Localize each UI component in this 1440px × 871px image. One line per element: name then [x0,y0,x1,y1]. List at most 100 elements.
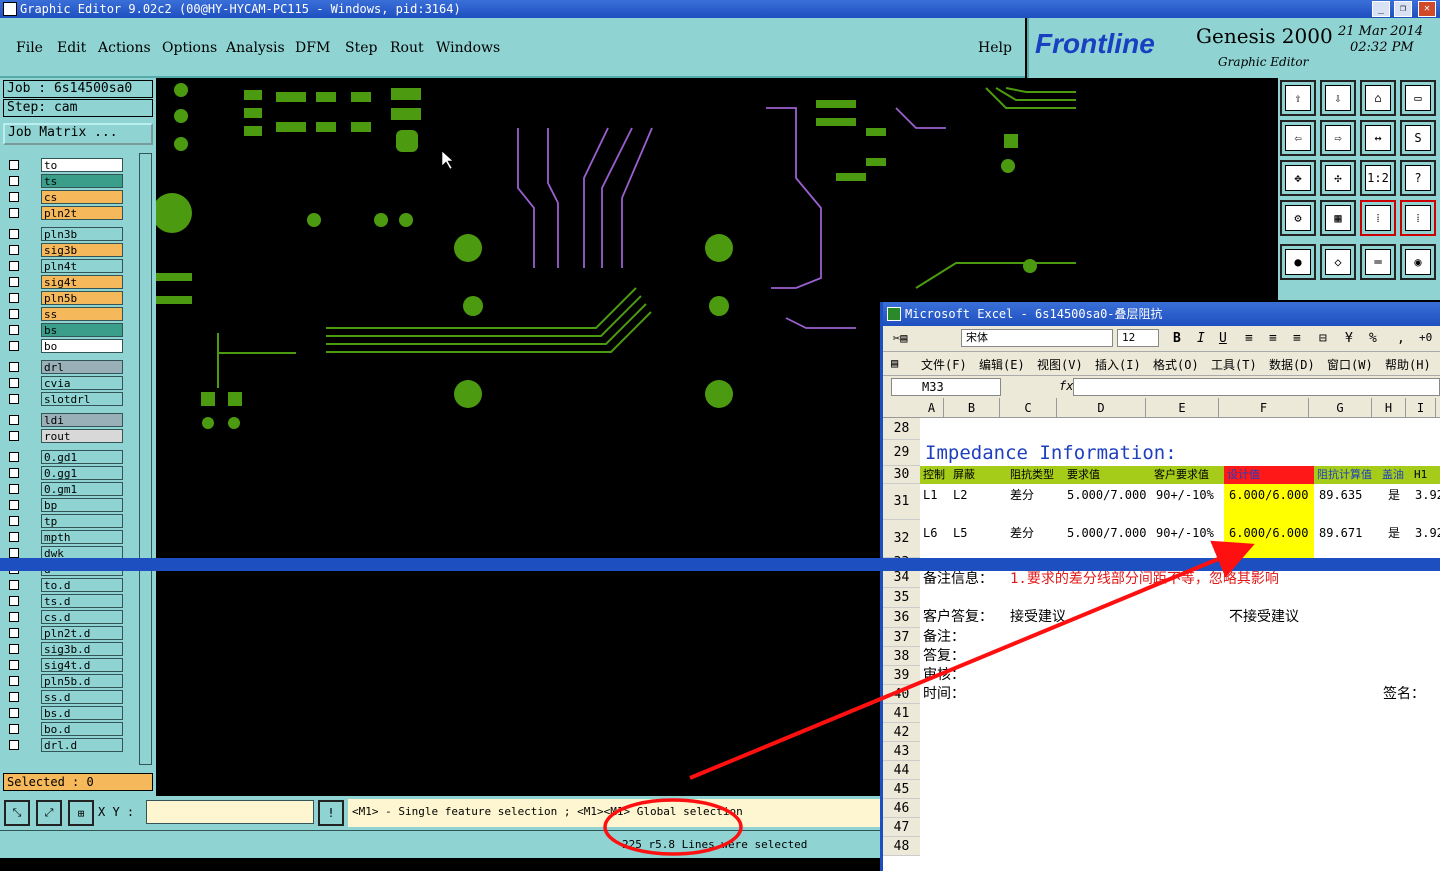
left-icon[interactable]: ⇦ [1280,120,1316,156]
layer-row[interactable]: bs.d [3,706,139,720]
layer-checkbox[interactable] [9,548,19,558]
row-header[interactable]: 48 [883,837,920,856]
pad-icon[interactable]: ● [1280,244,1316,280]
layer-row[interactable]: bo.d [3,722,139,736]
row-header[interactable]: 39 [883,666,920,685]
window-icon[interactable]: ▭ [1400,80,1436,116]
minimize-button[interactable]: _ [1372,1,1390,17]
layer-checkbox[interactable] [9,628,19,638]
layer-scrollbar[interactable] [139,153,152,765]
layer-checkbox[interactable] [9,341,19,351]
menu-analysis[interactable]: Analysis [226,40,285,56]
layer-row[interactable]: cs.d [3,610,139,624]
column-header[interactable]: C [1000,398,1057,418]
layer-row[interactable]: ss [3,307,139,321]
layer-checkbox[interactable] [9,325,19,335]
layer-row[interactable]: sig3b.d [3,642,139,656]
layer-checkbox[interactable] [9,516,19,526]
job-matrix-button[interactable]: Job Matrix ... [3,123,153,145]
layer-checkbox[interactable] [9,245,19,255]
percent-icon[interactable]: % [1369,331,1377,346]
layer-row[interactable]: ss.d [3,690,139,704]
layer-row[interactable]: bp [3,498,139,512]
decimal-icon[interactable]: +0 [1419,331,1432,344]
row-header[interactable]: 42 [883,723,920,742]
excel-menu-window[interactable]: 窗口(W) [1327,356,1373,373]
excel-menu-help[interactable]: 帮助(H) [1385,356,1431,373]
align-right-icon[interactable]: ≡ [1293,331,1301,346]
menu-edit[interactable]: Edit [57,40,86,56]
excel-menu-insert[interactable]: 插入(I) [1095,356,1141,373]
layer-checkbox[interactable] [9,692,19,702]
layer-checkbox[interactable] [9,229,19,239]
help-icon[interactable]: ? [1400,160,1436,196]
layer-checkbox[interactable] [9,277,19,287]
layer-row[interactable]: bo [3,339,139,353]
layer-checkbox[interactable] [9,532,19,542]
row-header[interactable]: 30 [883,466,920,484]
layer-row[interactable]: cs [3,190,139,204]
layer-checkbox[interactable] [9,580,19,590]
layer-toggle2-icon[interactable]: ⁞ [1400,200,1436,236]
row-header[interactable]: 32 [883,520,920,558]
layer-checkbox[interactable] [9,452,19,462]
layer-checkbox[interactable] [9,176,19,186]
right-icon[interactable]: ⇨ [1320,120,1356,156]
bold-button[interactable]: B [1173,331,1181,346]
menu-file[interactable]: File [16,40,43,56]
font-select[interactable]: 宋体 [961,329,1113,347]
column-header[interactable]: G [1309,398,1372,418]
snake-icon[interactable]: S [1400,120,1436,156]
layer-toggle-icon[interactable]: ⁞ [1360,200,1396,236]
column-header[interactable]: I [1406,398,1436,418]
excel-menu-tools[interactable]: 工具(T) [1211,356,1257,373]
settings-icon[interactable]: ⚙ [1280,200,1316,236]
xy-input[interactable] [146,800,314,824]
layer-row[interactable]: ts [3,174,139,188]
layer-checkbox[interactable] [9,740,19,750]
formula-input[interactable] [1073,378,1440,396]
excel-window[interactable]: Microsoft Excel - 6s14500sa0-叠层阻抗 ✂▤ 宋体 … [880,302,1440,871]
layer-row[interactable]: ldi [3,413,139,427]
layer-checkbox[interactable] [9,160,19,170]
layer-row[interactable]: slotdrl [3,392,139,406]
layer-row[interactable]: pln4t [3,259,139,273]
align-center-icon[interactable]: ≡ [1269,331,1277,346]
layer-row[interactable]: drl.d [3,738,139,752]
layer-checkbox[interactable] [9,208,19,218]
row-header[interactable]: 35 [883,588,920,608]
layer-row[interactable]: rout [3,429,139,443]
menu-step[interactable]: Step [345,40,377,56]
sheet-grid[interactable]: Impedance Information: 控制 屏蔽 阻抗类型 要求值 客户… [883,418,1440,860]
layer-checkbox[interactable] [9,394,19,404]
align-left-icon[interactable]: ≡ [1245,331,1253,346]
row-header[interactable]: 44 [883,761,920,780]
layer-checkbox[interactable] [9,293,19,303]
row-header[interactable]: 41 [883,704,920,723]
layer-checkbox[interactable] [9,676,19,686]
layer-checkbox[interactable] [9,596,19,606]
name-box[interactable]: M33 [891,378,1001,396]
column-header[interactable]: H [1372,398,1406,418]
maximize-button[interactable]: ❐ [1394,1,1412,17]
layer-checkbox[interactable] [9,192,19,202]
excel-menu-data[interactable]: 数据(D) [1269,356,1315,373]
layer-checkbox[interactable] [9,468,19,478]
layer-row[interactable]: pln5b [3,291,139,305]
column-header[interactable]: A [920,398,944,418]
measure-icon[interactable]: ⤡ [4,800,30,826]
grid-snap-icon[interactable]: ⊞ [68,800,94,826]
layer-row[interactable]: sig4t.d [3,658,139,672]
column-header[interactable]: F [1219,398,1309,418]
row-header[interactable]: 34 [883,568,920,588]
layer-row[interactable]: pln3b [3,227,139,241]
layer-row[interactable]: pln5b.d [3,674,139,688]
menu-actions[interactable]: Actions [98,40,151,56]
menu-dfm[interactable]: DFM [295,40,330,56]
layer-row[interactable]: tp [3,514,139,528]
layer-checkbox[interactable] [9,660,19,670]
zoom-icon[interactable]: ✣ [1320,160,1356,196]
mirror-icon[interactable]: ↔ [1360,120,1396,156]
layer-row[interactable]: mpth [3,530,139,544]
close-button[interactable]: ✕ [1418,1,1436,17]
